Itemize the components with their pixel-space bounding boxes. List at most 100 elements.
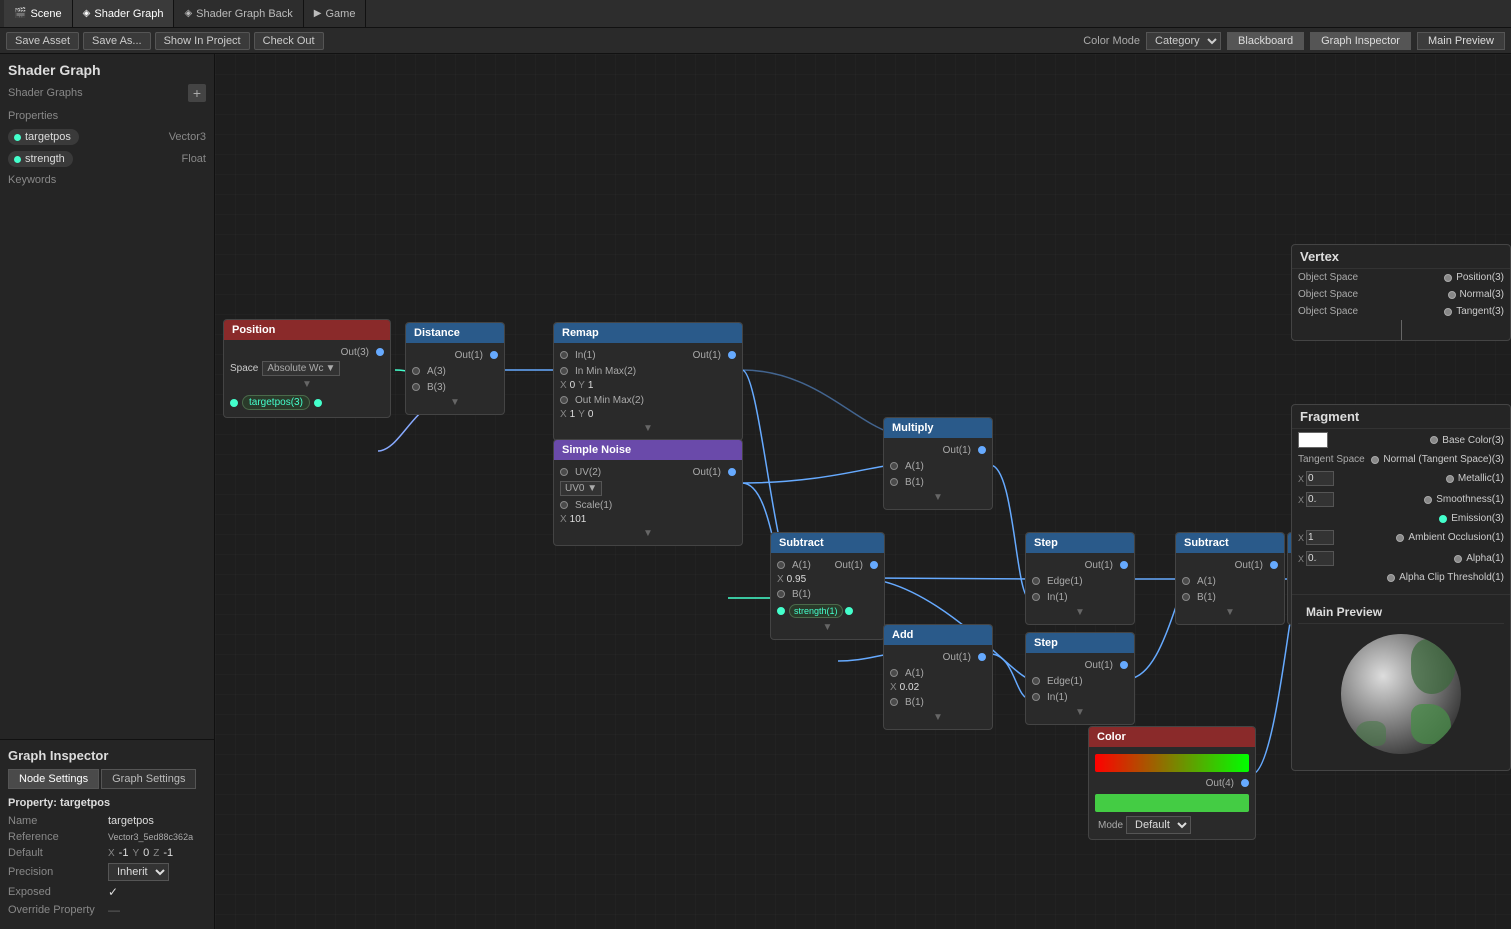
tab-shader-graph[interactable]: ◈ Shader Graph xyxy=(73,0,175,27)
distance-out-port[interactable] xyxy=(490,351,498,359)
noise-uv-select[interactable]: UV0 ▼ xyxy=(560,481,602,496)
strength-chip-node[interactable]: strength(1) xyxy=(771,602,884,620)
vertex-port-0[interactable] xyxy=(1444,274,1452,282)
fragment-alpha-field[interactable] xyxy=(1306,551,1334,566)
mul1-out-port[interactable] xyxy=(978,446,986,454)
add-b-port[interactable] xyxy=(890,698,898,706)
step2-out-port[interactable] xyxy=(1120,661,1128,669)
subtract1-node[interactable]: Subtract A(1) Out(1) X 0.95 B(1) xyxy=(770,532,885,640)
top-tab-bar: 🎬 Scene ◈ Shader Graph ◈ Shader Graph Ba… xyxy=(0,0,1511,28)
graph-inspector-button[interactable]: Graph Inspector xyxy=(1310,32,1411,50)
position-space-dropdown[interactable]: Absolute Wc ▼ xyxy=(262,361,340,376)
step2-in-port[interactable] xyxy=(1032,693,1040,701)
fragment-port-smooth[interactable] xyxy=(1424,496,1432,504)
fragment-port-metallic[interactable] xyxy=(1446,475,1454,483)
step2-node[interactable]: Step Out(1) Edge(1) In(1) ▼ xyxy=(1025,632,1135,725)
sub2-a-port[interactable] xyxy=(1182,577,1190,585)
add-node[interactable]: Add Out(1) A(1) X 0.02 B(1) xyxy=(883,624,993,730)
noise-expand[interactable]: ▼ xyxy=(554,526,742,541)
mul1-b-port[interactable] xyxy=(890,478,898,486)
main-preview-button[interactable]: Main Preview xyxy=(1417,32,1505,50)
remap-node[interactable]: Remap In(1) Out(1) In Min Max(2) X 0 xyxy=(553,322,743,441)
show-in-project-button[interactable]: Show In Project xyxy=(155,32,250,50)
strength-chip[interactable]: strength xyxy=(8,151,73,167)
sub2-expand[interactable]: ▼ xyxy=(1176,605,1284,620)
fragment-port-ao[interactable] xyxy=(1396,534,1404,542)
save-as-button[interactable]: Save As... xyxy=(83,32,151,50)
step1-out-port[interactable] xyxy=(1120,561,1128,569)
check-out-button[interactable]: Check Out xyxy=(254,32,324,50)
distance-a-port[interactable] xyxy=(412,367,420,375)
sub1-out-port[interactable] xyxy=(870,561,878,569)
remap-out-port[interactable] xyxy=(728,351,736,359)
sub2-b-port[interactable] xyxy=(1182,593,1190,601)
step1-in-port[interactable] xyxy=(1032,593,1040,601)
remap-body: In(1) Out(1) In Min Max(2) X 0 Y 1 xyxy=(554,343,742,440)
add-a-port[interactable] xyxy=(890,669,898,677)
sub1-a-port[interactable] xyxy=(777,561,785,569)
color-mode-select[interactable]: Category xyxy=(1146,32,1221,50)
targetpos-node-chip[interactable]: targetpos(3) xyxy=(224,392,390,413)
vertex-port-2[interactable] xyxy=(1444,308,1452,316)
noise-uv-port[interactable] xyxy=(560,468,568,476)
graph-settings-tab[interactable]: Graph Settings xyxy=(101,769,196,789)
remap-in-port[interactable] xyxy=(560,351,568,359)
step1-node[interactable]: Step Out(1) Edge(1) In(1) ▼ xyxy=(1025,532,1135,625)
simple-noise-node[interactable]: Simple Noise UV(2) Out(1) UV0 ▼ Scale(1) xyxy=(553,439,743,546)
fragment-smooth-field[interactable] xyxy=(1306,492,1334,507)
position-out-port[interactable] xyxy=(376,348,384,356)
gi-precision-select[interactable]: Inherit xyxy=(108,863,169,881)
step2-edge-port[interactable] xyxy=(1032,677,1040,685)
base-color-swatch[interactable] xyxy=(1298,432,1328,448)
fragment-ao-field[interactable] xyxy=(1306,530,1334,545)
mul1-expand[interactable]: ▼ xyxy=(884,490,992,505)
sub1-b-port[interactable] xyxy=(777,590,785,598)
multiply1-node[interactable]: Multiply Out(1) A(1) B(1) ▼ xyxy=(883,417,993,510)
tab-game[interactable]: ▶ Game xyxy=(304,0,367,27)
blackboard-button[interactable]: Blackboard xyxy=(1227,32,1304,50)
position-node[interactable]: Position Out(3) Space Absolute Wc ▼ ▼ xyxy=(223,319,391,418)
tab-scene[interactable]: 🎬 Scene xyxy=(4,0,73,27)
node-settings-tab[interactable]: Node Settings xyxy=(8,769,99,789)
step1-edge-port[interactable] xyxy=(1032,577,1040,585)
fragment-port-basecolor[interactable] xyxy=(1430,436,1438,444)
add-out: Out(1) xyxy=(884,649,992,665)
color-mode-select[interactable]: Default xyxy=(1126,816,1191,834)
targetpos-chip-out-port[interactable] xyxy=(314,399,322,407)
mul1-a-port[interactable] xyxy=(890,462,898,470)
step1-expand[interactable]: ▼ xyxy=(1026,605,1134,620)
vertex-port-1[interactable] xyxy=(1448,291,1456,299)
fragment-port-emission[interactable] xyxy=(1439,515,1447,523)
vertex-port-1-container: Normal(3) xyxy=(1448,289,1504,300)
noise-out-port[interactable] xyxy=(728,468,736,476)
targetpos-chip[interactable]: targetpos xyxy=(8,129,79,145)
save-asset-button[interactable]: Save Asset xyxy=(6,32,79,50)
noise-scale-port[interactable] xyxy=(560,501,568,509)
tab-shader-graph-back[interactable]: ◈ Shader Graph Back xyxy=(174,0,303,27)
remap-inminmax-port[interactable] xyxy=(560,367,568,375)
color-node[interactable]: Color Out(4) Mode Default xyxy=(1088,726,1256,840)
add-expand[interactable]: ▼ xyxy=(884,710,992,725)
subtract2-node[interactable]: Subtract Out(1) A(1) B(1) ▼ xyxy=(1175,532,1285,625)
add-out-port[interactable] xyxy=(978,653,986,661)
sub2-out-port[interactable] xyxy=(1270,561,1278,569)
fragment-ao-x: X xyxy=(1298,533,1304,543)
sub1-b-row: B(1) xyxy=(771,586,884,602)
step2-expand[interactable]: ▼ xyxy=(1026,705,1134,720)
position-expand[interactable]: ▼ xyxy=(224,377,390,392)
fragment-port-alpha[interactable] xyxy=(1454,555,1462,563)
distance-expand[interactable]: ▼ xyxy=(406,395,504,410)
fragment-port-normal[interactable] xyxy=(1371,456,1379,464)
remap-expand[interactable]: ▼ xyxy=(554,421,742,436)
fragment-port-alphaclip[interactable] xyxy=(1387,574,1395,582)
distance-b-port[interactable] xyxy=(412,383,420,391)
fragment-metallic-field[interactable] xyxy=(1306,471,1334,486)
remap-outminmax-port[interactable] xyxy=(560,396,568,404)
preview-continent-2 xyxy=(1356,721,1386,746)
add-shader-graph-button[interactable]: + xyxy=(188,84,206,102)
strength-chip-out[interactable] xyxy=(845,607,853,615)
sub1-expand[interactable]: ▼ xyxy=(771,620,884,635)
distance-node[interactable]: Distance Out(1) A(3) B(3) ▼ xyxy=(405,322,505,415)
canvas-area[interactable]: Position Out(3) Space Absolute Wc ▼ ▼ xyxy=(215,54,1511,929)
color-out-port[interactable] xyxy=(1241,779,1249,787)
